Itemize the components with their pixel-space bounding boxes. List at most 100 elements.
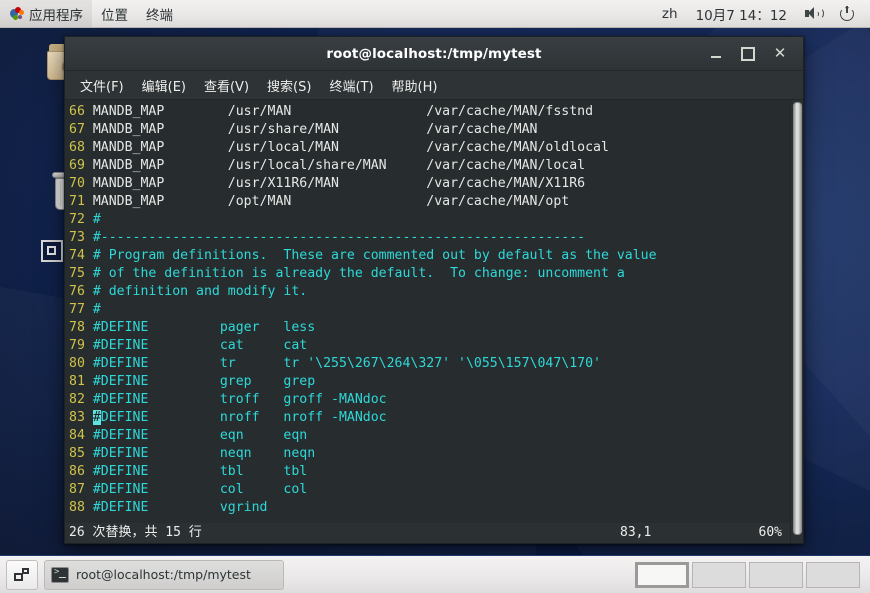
- editor-line: 68 MANDB_MAP /usr/local/MAN /var/cache/M…: [69, 139, 790, 157]
- editor-line-text: #DEFINE col col: [84, 482, 308, 497]
- volume-button[interactable]: [796, 0, 831, 27]
- close-icon[interactable]: ✕: [767, 43, 793, 65]
- editor-line-number: 83: [69, 410, 85, 425]
- minimize-icon[interactable]: [703, 43, 729, 65]
- editor-line-text: DEFINE nroff nroff -MANdoc: [100, 410, 387, 425]
- task-button-terminal[interactable]: root@localhost:/tmp/mytest: [44, 559, 284, 590]
- editor-line-text: [85, 410, 93, 425]
- editor-line-text: MANDB_MAP /usr/MAN /var/cache/MAN/fsstnd: [84, 104, 594, 119]
- editor-line-number: 79: [69, 338, 85, 353]
- editor-line: 73 #------------------------------------…: [69, 229, 790, 247]
- top-panel: 应用程序 位置 终端 zh 10月7 14：12: [0, 0, 870, 28]
- editor-line-text: # Program definitions. These are comment…: [84, 248, 657, 263]
- editor-line-number: 71: [69, 194, 85, 209]
- statusline-position: 83,1: [620, 525, 652, 540]
- workspace-3[interactable]: [749, 561, 803, 588]
- editor-line-number: 67: [69, 122, 85, 137]
- scrollbar-thumb[interactable]: [793, 102, 802, 535]
- editor-line-number: 78: [69, 320, 85, 335]
- gnome-logo-icon: [9, 6, 24, 21]
- speaker-icon: [805, 6, 824, 21]
- workspace-2[interactable]: [692, 561, 746, 588]
- maximize-icon[interactable]: [735, 43, 761, 65]
- editor-line-number: 76: [69, 284, 85, 299]
- workspace-4[interactable]: [806, 561, 860, 588]
- task-button-label: root@localhost:/tmp/mytest: [76, 567, 251, 582]
- editor-line: 66 MANDB_MAP /usr/MAN /var/cache/MAN/fss…: [69, 103, 790, 121]
- editor-line-number: 82: [69, 392, 85, 407]
- top-panel-left: 应用程序 位置 终端: [0, 0, 182, 27]
- menu-places[interactable]: 位置: [92, 0, 137, 27]
- editor-line-text: # of the definition is already the defau…: [84, 266, 625, 281]
- workspace-1[interactable]: [635, 561, 689, 588]
- menu-help[interactable]: 帮助(H): [383, 73, 447, 98]
- keyboard-layout-label: zh: [661, 5, 678, 22]
- editor-line-text: #---------------------------------------…: [84, 230, 586, 245]
- editor-line: 72 #: [69, 211, 790, 229]
- editor-line-number: 85: [69, 446, 85, 461]
- menu-applications[interactable]: 应用程序: [0, 0, 92, 27]
- editor-line-text: MANDB_MAP /usr/local/MAN /var/cache/MAN/…: [84, 140, 609, 155]
- power-icon: [840, 6, 855, 21]
- menu-edit[interactable]: 编辑(E): [133, 73, 195, 98]
- menu-terminal[interactable]: 终端: [137, 0, 182, 27]
- editor-line: 76 # definition and modify it.: [69, 283, 790, 301]
- editor-line-text: #DEFINE troff groff -MANdoc: [84, 392, 387, 407]
- editor-line-text: #DEFINE eqn eqn: [84, 428, 308, 443]
- workspace-switcher[interactable]: [633, 560, 862, 590]
- editor-line-number: 80: [69, 356, 85, 371]
- menu-search[interactable]: 搜索(S): [258, 73, 320, 98]
- clock-label: 10月7 14：12: [695, 7, 787, 24]
- window-title: root@localhost:/tmp/mytest: [326, 45, 542, 62]
- menubar: 文件(F) 编辑(E) 查看(V) 搜索(S) 终端(T) 帮助(H): [65, 71, 803, 100]
- editor-line-number: 75: [69, 266, 85, 281]
- editor-line-text: MANDB_MAP /opt/MAN /var/cache/MAN/opt: [84, 194, 570, 209]
- editor-line-number: 88: [69, 500, 85, 515]
- editor-line-number: 66: [69, 104, 85, 119]
- terminal-body[interactable]: 66 MANDB_MAP /usr/MAN /var/cache/MAN/fss…: [65, 100, 803, 543]
- terminal-window[interactable]: root@localhost:/tmp/mytest ✕ 文件(F) 编辑(E)…: [64, 36, 804, 544]
- editor-line-number: 72: [69, 212, 85, 227]
- editor-line: 80 #DEFINE tr tr '\255\267\264\327' '\05…: [69, 355, 790, 373]
- editor-line-text: #DEFINE tr tr '\255\267\264\327' '\055\1…: [84, 356, 601, 371]
- power-button[interactable]: [831, 0, 864, 27]
- vertical-scrollbar[interactable]: [790, 100, 803, 543]
- editor-line-number: 69: [69, 158, 85, 173]
- menu-view[interactable]: 查看(V): [195, 73, 258, 98]
- editor-line-number: 86: [69, 464, 85, 479]
- keyboard-layout-indicator[interactable]: zh: [653, 0, 687, 27]
- statusline-percent: 60%: [758, 525, 782, 540]
- editor-line: 85 #DEFINE neqn neqn: [69, 445, 790, 463]
- menu-file[interactable]: 文件(F): [71, 73, 133, 98]
- editor-line-number: 87: [69, 482, 85, 497]
- editor-line: 86 #DEFINE tbl tbl: [69, 463, 790, 481]
- editor-line-text: #DEFINE neqn neqn: [84, 446, 316, 461]
- clock[interactable]: 10月7 14：12: [687, 0, 796, 27]
- editor-line: 79 #DEFINE cat cat: [69, 337, 790, 355]
- menu-terminal-label: 终端: [146, 7, 173, 24]
- editor-line: 87 #DEFINE col col: [69, 481, 790, 499]
- editor-line: 67 MANDB_MAP /usr/share/MAN /var/cache/M…: [69, 121, 790, 139]
- editor-line: 70 MANDB_MAP /usr/X11R6/MAN /var/cache/M…: [69, 175, 790, 193]
- terminal-icon: [51, 566, 69, 583]
- editor-line-text: #DEFINE pager less: [84, 320, 316, 335]
- titlebar[interactable]: root@localhost:/tmp/mytest ✕: [65, 37, 803, 71]
- show-desktop-icon[interactable]: [6, 559, 38, 590]
- editor-line-text: #DEFINE tbl tbl: [84, 464, 308, 479]
- menu-terminal-app[interactable]: 终端(T): [320, 73, 382, 98]
- editor-line-text: #DEFINE vgrind: [84, 500, 268, 515]
- window-buttons: ✕: [703, 43, 803, 65]
- editor-line-number: 70: [69, 176, 85, 191]
- editor-line: 82 #DEFINE troff groff -MANdoc: [69, 391, 790, 409]
- editor-line: 83 #DEFINE nroff nroff -MANdoc: [69, 409, 790, 427]
- editor-line: 75 # of the definition is already the de…: [69, 265, 790, 283]
- editor-line: 69 MANDB_MAP /usr/local/share/MAN /var/c…: [69, 157, 790, 175]
- statusline-message: 26 次替换，共 15 行: [69, 525, 202, 540]
- editor-line: 88 #DEFINE vgrind: [69, 499, 790, 517]
- tasklist: root@localhost:/tmp/mytest: [44, 559, 284, 590]
- editor-text-area[interactable]: 66 MANDB_MAP /usr/MAN /var/cache/MAN/fss…: [65, 100, 790, 543]
- menu-applications-label: 应用程序: [29, 7, 83, 24]
- editor-line-text: #: [84, 212, 101, 227]
- bottom-panel: root@localhost:/tmp/mytest: [0, 555, 870, 593]
- editor-statusline: 26 次替换，共 15 行 83,1 60%: [65, 523, 790, 543]
